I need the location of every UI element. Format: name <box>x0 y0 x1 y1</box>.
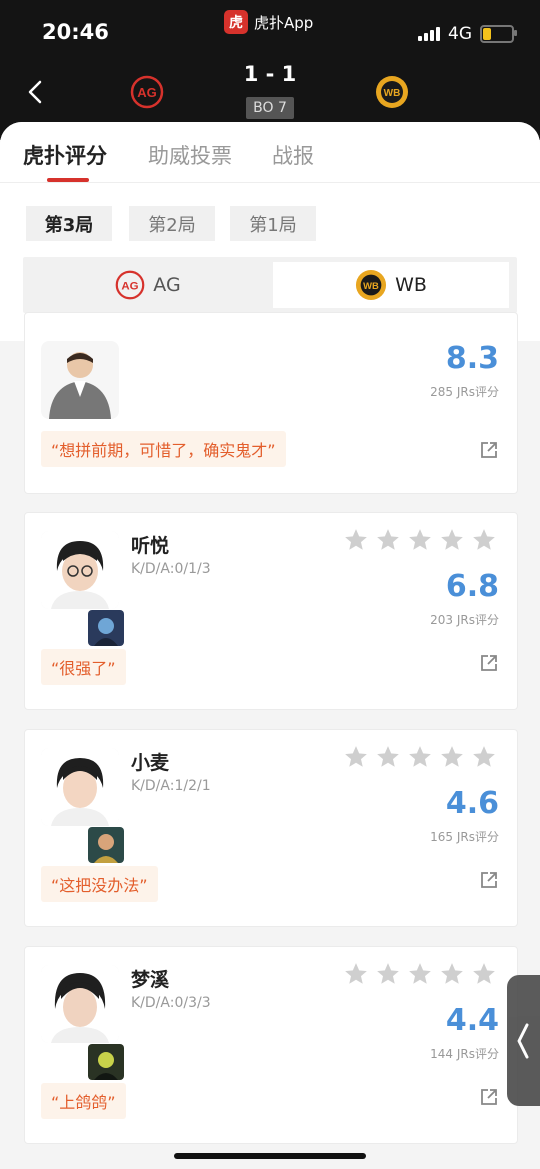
star-icon[interactable] <box>407 744 433 770</box>
player-card[interactable]: 小麦 K/D/A:1/2/1 4.6 165 JRs评分 “这把没办法” <box>24 729 518 927</box>
player-card[interactable]: 8.3 285 JRs评分 “想拼前期，可惜了，确实鬼才” <box>24 312 518 494</box>
hero-icon <box>87 1043 125 1081</box>
hero-icon <box>87 826 125 864</box>
status-indicators: 4G <box>418 24 517 44</box>
share-icon[interactable] <box>479 653 499 673</box>
star-icon[interactable] <box>343 744 369 770</box>
rating-count: 285 JRs评分 <box>430 385 499 399</box>
top-bar: 20:46 虎 虎扑App 4G AG 1 - 1 BO 7 WB <box>0 0 540 140</box>
star-icon[interactable] <box>375 961 401 987</box>
star-icon[interactable] <box>343 961 369 987</box>
rating-stars[interactable] <box>343 961 497 987</box>
team-option-ag-label: AG <box>153 274 181 296</box>
star-icon[interactable] <box>439 744 465 770</box>
star-icon[interactable] <box>471 527 497 553</box>
game-2-button[interactable]: 第2局 <box>129 206 215 241</box>
star-icon[interactable] <box>343 527 369 553</box>
rating-stars[interactable] <box>343 744 497 770</box>
rating-count: 203 JRs评分 <box>430 613 499 627</box>
tab-active-indicator <box>47 178 89 182</box>
player-name: 听悦 <box>131 535 170 557</box>
player-quote: “这把没办法” <box>41 866 158 902</box>
player-quote: “上鸽鸽” <box>41 1083 126 1119</box>
status-time: 20:46 <box>42 20 109 44</box>
player-avatar <box>41 965 119 1043</box>
rating-stars[interactable] <box>343 527 497 553</box>
wb-team-logo[interactable]: WB <box>375 75 409 109</box>
network-label: 4G <box>448 24 472 44</box>
app-name: 虎扑App <box>254 13 314 32</box>
star-icon[interactable] <box>439 961 465 987</box>
rating-count: 144 JRs评分 <box>430 1047 499 1061</box>
player-quote: “想拼前期，可惜了，确实鬼才” <box>41 431 286 467</box>
signal-icon <box>418 27 440 41</box>
game-3-button[interactable]: 第3局 <box>26 206 112 241</box>
player-score: 4.4 <box>445 1003 499 1038</box>
share-icon[interactable] <box>479 870 499 890</box>
svg-text:WB: WB <box>363 280 379 291</box>
chevron-left-icon <box>517 1023 529 1059</box>
hupu-logo-icon: 虎 <box>224 10 248 34</box>
tab-cheer-vote[interactable]: 助威投票 <box>148 140 232 170</box>
player-score: 8.3 <box>445 341 499 376</box>
content-sheet: 虎扑评分 助威投票 战报 第3局 第2局 第1局 AG AG WB WB 8.3… <box>0 122 540 1169</box>
star-icon[interactable] <box>375 527 401 553</box>
star-icon[interactable] <box>407 527 433 553</box>
tab-match-report[interactable]: 战报 <box>272 140 314 170</box>
tab-bar: 虎扑评分 助威投票 战报 <box>0 122 540 183</box>
rating-count: 165 JRs评分 <box>430 830 499 844</box>
coach-avatar <box>41 341 119 419</box>
home-indicator[interactable] <box>174 1153 366 1159</box>
svg-text:WB: WB <box>384 88 401 99</box>
player-card[interactable]: 梦溪 K/D/A:0/3/3 4.4 144 JRs评分 “上鸽鸽” <box>24 946 518 1144</box>
star-icon[interactable] <box>407 961 433 987</box>
match-format-badge: BO 7 <box>246 97 294 119</box>
game-1-button[interactable]: 第1局 <box>230 206 316 241</box>
tab-hupu-rating[interactable]: 虎扑评分 <box>23 140 107 170</box>
wb-logo-icon: WB <box>356 269 387 301</box>
team-option-wb-label: WB <box>395 274 427 296</box>
hero-icon <box>87 609 125 647</box>
player-kda: K/D/A:0/1/3 <box>131 561 211 577</box>
team-switch: AG AG WB WB <box>23 257 517 313</box>
player-kda: K/D/A:0/3/3 <box>131 995 211 1011</box>
player-card[interactable]: 听悦 K/D/A:0/1/3 6.8 203 JRs评分 “很强了” <box>24 512 518 710</box>
star-icon[interactable] <box>471 744 497 770</box>
star-icon[interactable] <box>375 744 401 770</box>
battery-icon <box>480 25 517 43</box>
match-score: 1 - 1 <box>243 62 297 86</box>
ag-logo-icon: AG <box>115 270 145 300</box>
player-name: 小麦 <box>131 752 170 774</box>
player-kda: K/D/A:1/2/1 <box>131 778 211 794</box>
app-indicator: 虎 虎扑App <box>224 10 313 34</box>
star-icon[interactable] <box>471 961 497 987</box>
player-avatar <box>41 531 119 609</box>
side-drawer-handle[interactable] <box>507 975 540 1106</box>
svg-text:AG: AG <box>122 280 139 292</box>
player-name: 梦溪 <box>131 969 170 991</box>
star-icon[interactable] <box>439 527 465 553</box>
share-icon[interactable] <box>479 440 499 460</box>
player-avatar <box>41 748 119 826</box>
team-option-wb[interactable]: WB WB <box>273 262 509 308</box>
player-score: 6.8 <box>445 569 499 604</box>
player-score: 4.6 <box>445 786 499 821</box>
player-quote: “很强了” <box>41 649 126 685</box>
share-icon[interactable] <box>479 1087 499 1107</box>
team-option-ag[interactable]: AG AG <box>27 262 269 308</box>
svg-text:AG: AG <box>137 85 157 100</box>
